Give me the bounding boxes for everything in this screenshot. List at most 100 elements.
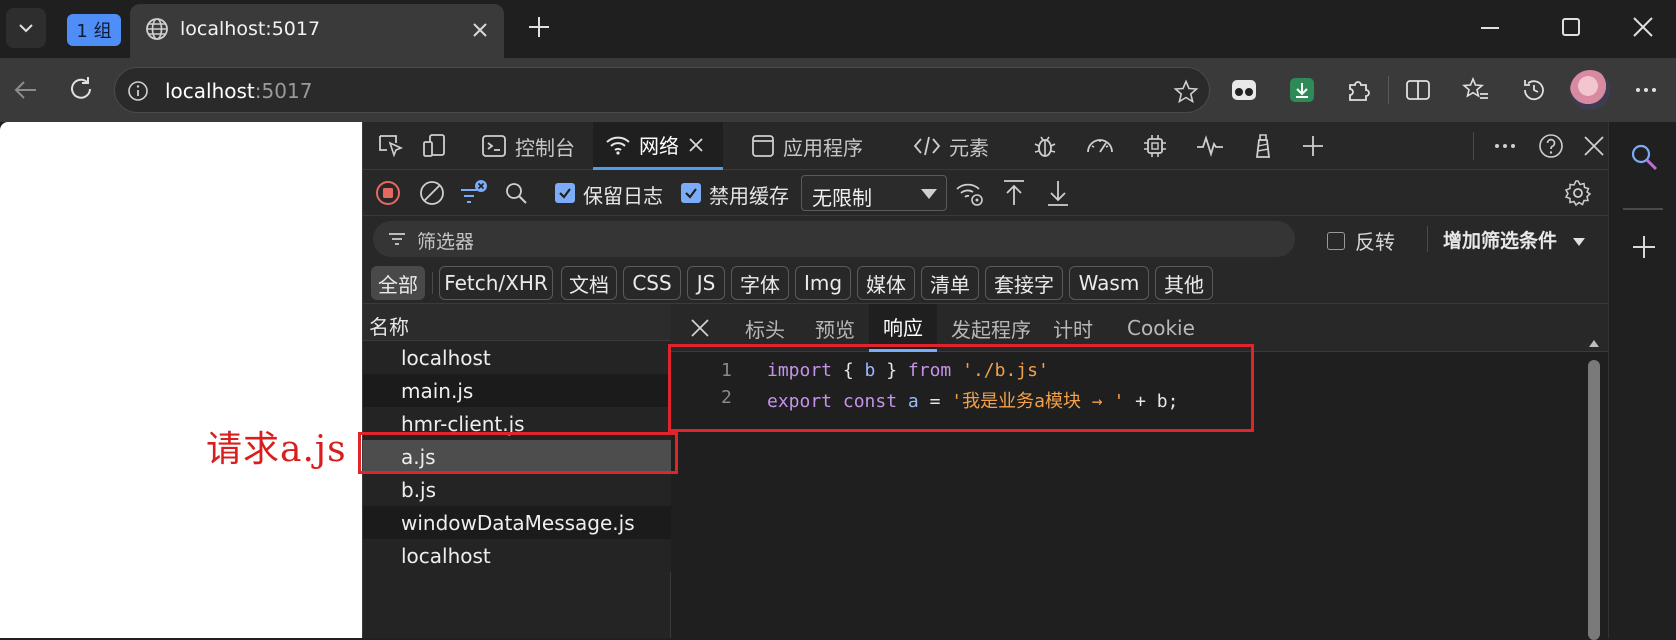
download-icon xyxy=(1290,78,1314,102)
filter-lines-icon xyxy=(389,233,405,245)
type-filter-doc[interactable]: 文档 xyxy=(561,266,617,300)
memory-chip-icon[interactable] xyxy=(1141,132,1169,160)
favorite-star-icon[interactable] xyxy=(1173,79,1199,105)
invert-checkbox[interactable] xyxy=(1327,232,1345,250)
window-close-icon[interactable] xyxy=(1630,14,1656,40)
tracker-extension-button[interactable] xyxy=(1226,72,1262,108)
request-row[interactable]: localhost xyxy=(363,539,671,572)
request-list-header[interactable]: 名称 xyxy=(363,304,671,341)
more-options-icon[interactable] xyxy=(1491,132,1519,160)
type-filter-img[interactable]: Img xyxy=(795,266,851,300)
add-panel-plus-icon[interactable] xyxy=(1299,132,1327,160)
preserve-log-checkbox[interactable] xyxy=(555,183,575,203)
request-row[interactable]: main.js xyxy=(363,374,671,407)
address-bar[interactable]: localhost:5017 xyxy=(114,67,1210,113)
browser-sidebar xyxy=(1608,122,1676,638)
history-button[interactable] xyxy=(1516,72,1552,108)
type-filter-media[interactable]: 媒体 xyxy=(857,266,915,300)
history-icon xyxy=(1524,80,1544,101)
network-conditions-icon[interactable] xyxy=(955,178,985,208)
throttling-select[interactable]: 无限制 xyxy=(801,175,947,211)
tab-console[interactable]: 控制台 xyxy=(467,122,589,170)
request-name: main.js xyxy=(401,379,474,403)
type-filter-manifest[interactable]: 清单 xyxy=(921,266,979,300)
filter-active-icon[interactable] xyxy=(459,178,489,206)
glasses-icon xyxy=(1232,80,1256,100)
tab-application[interactable]: 应用程序 xyxy=(737,122,877,170)
reload-icon[interactable] xyxy=(66,74,96,104)
tab-group-badge[interactable]: 1 组 xyxy=(67,14,121,46)
filter-input[interactable]: 筛选器 xyxy=(373,221,1295,257)
more-horizontal-icon xyxy=(1636,88,1656,92)
puzzle-icon xyxy=(1349,81,1370,101)
type-filter-css[interactable]: CSS xyxy=(623,266,681,300)
response-scrollbar[interactable] xyxy=(1585,336,1603,640)
globe-icon xyxy=(146,18,168,40)
scroll-up-arrow-icon[interactable] xyxy=(1588,338,1600,348)
bug-icon[interactable] xyxy=(1031,132,1059,160)
settings-more-button[interactable] xyxy=(1628,72,1664,108)
request-name: b.js xyxy=(401,478,437,502)
info-icon[interactable] xyxy=(127,80,149,102)
tab-elements[interactable]: 元素 xyxy=(899,122,1003,170)
caret-down-icon xyxy=(921,189,937,199)
more-filters-dropdown[interactable]: 增加筛选条件 xyxy=(1443,226,1586,253)
devtools-tab-bar: 控制台 网络 应用程序 元素 xyxy=(363,122,1609,170)
close-icon[interactable] xyxy=(687,136,705,154)
console-icon xyxy=(482,135,506,157)
url-text[interactable]: localhost:5017 xyxy=(165,79,312,103)
type-filter-socket[interactable]: 套接字 xyxy=(985,266,1063,300)
navigation-bar: localhost:5017 xyxy=(0,58,1676,122)
inspect-element-icon[interactable] xyxy=(377,132,405,160)
help-icon[interactable] xyxy=(1537,132,1565,160)
close-detail-icon[interactable] xyxy=(689,317,711,339)
resource-type-filters: 全部 Fetch/XHR 文档 CSS JS 字体 Img 媒体 清单 套接字 … xyxy=(363,262,1609,304)
disable-cache-checkbox[interactable] xyxy=(681,183,701,203)
type-filter-font[interactable]: 字体 xyxy=(731,266,789,300)
split-screen-button[interactable] xyxy=(1400,72,1436,108)
annotation-label: 请求a.js xyxy=(206,429,347,470)
profile-avatar[interactable] xyxy=(1570,70,1610,110)
close-devtools-icon[interactable] xyxy=(1581,132,1607,160)
extensions-button[interactable] xyxy=(1340,72,1376,108)
search-icon[interactable] xyxy=(1629,142,1659,172)
browser-tab-active[interactable]: localhost:5017 xyxy=(130,4,504,58)
request-row[interactable]: b.js xyxy=(363,473,671,506)
application-window-icon xyxy=(752,135,774,157)
type-filter-other[interactable]: 其他 xyxy=(1155,266,1213,300)
maximize-icon[interactable] xyxy=(1560,16,1582,38)
chevron-down-icon xyxy=(19,24,33,33)
lighthouse-icon[interactable] xyxy=(1249,132,1277,160)
add-sidebar-app-plus-icon[interactable] xyxy=(1631,234,1657,260)
network-settings-gear-icon[interactable] xyxy=(1563,178,1593,208)
back-arrow-icon[interactable] xyxy=(10,74,42,106)
type-filter-js[interactable]: JS xyxy=(687,266,725,300)
minimize-icon[interactable] xyxy=(1478,16,1502,40)
import-har-icon[interactable] xyxy=(1001,178,1027,208)
download-extension-button[interactable] xyxy=(1284,72,1320,108)
type-filter-wasm[interactable]: Wasm xyxy=(1069,266,1149,300)
scrollbar-thumb[interactable] xyxy=(1588,360,1600,640)
filter-row: 筛选器 反转 增加筛选条件 xyxy=(363,216,1609,262)
device-emulation-icon[interactable] xyxy=(421,132,449,160)
type-filter-divider xyxy=(432,272,433,294)
performance-gauge-icon[interactable] xyxy=(1085,132,1115,160)
request-row[interactable]: windowDataMessage.js xyxy=(363,506,671,539)
search-icon[interactable] xyxy=(503,180,529,206)
request-row[interactable]: localhost xyxy=(363,341,671,374)
new-tab-plus-icon[interactable] xyxy=(526,14,552,40)
tab-actions-menu-button[interactable] xyxy=(6,8,46,48)
tab-network[interactable]: 网络 xyxy=(593,122,723,170)
type-filter-all[interactable]: 全部 xyxy=(371,266,425,300)
favorites-button[interactable] xyxy=(1458,72,1494,108)
preserve-log-label: 保留日志 xyxy=(583,184,663,208)
filter-divider xyxy=(1427,226,1428,252)
request-name: localhost xyxy=(401,544,491,568)
pulse-wave-icon[interactable] xyxy=(1195,132,1225,160)
tab-elements-label: 元素 xyxy=(949,135,989,160)
clear-icon[interactable] xyxy=(419,180,445,206)
stop-recording-icon[interactable] xyxy=(375,180,401,206)
export-har-icon[interactable] xyxy=(1045,178,1071,208)
close-icon[interactable] xyxy=(470,20,490,40)
type-filter-fetch-xhr[interactable]: Fetch/XHR xyxy=(439,266,553,300)
